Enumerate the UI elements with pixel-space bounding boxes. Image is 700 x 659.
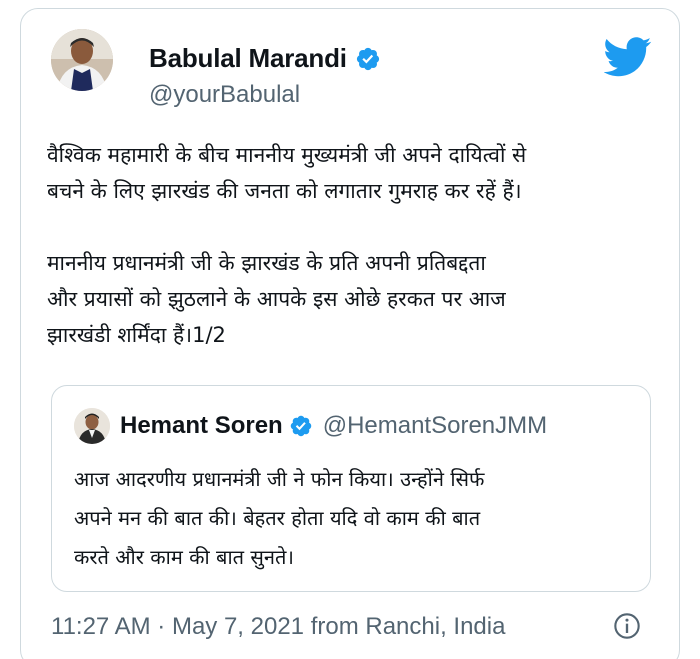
twitter-bird-icon [604, 37, 652, 77]
author-avatar-image [51, 29, 113, 91]
tweet-card[interactable]: Babulal Marandi @yourBabulal वैश्विक महा… [20, 8, 680, 659]
quoted-author-handle[interactable]: @HemantSorenJMM [323, 412, 547, 440]
verified-badge-icon [356, 47, 379, 70]
verified-badge-icon [290, 415, 311, 437]
quoted-tweet-body: आज आदरणीय प्रधानमंत्री जी ने फोन किया। उ… [74, 467, 485, 569]
quoted-author-avatar-image [74, 408, 110, 444]
author-avatar[interactable] [51, 29, 113, 91]
info-icon[interactable] [613, 612, 641, 640]
quoted-header: Hemant Soren @HemantSorenJMM [120, 412, 547, 440]
quoted-author-name[interactable]: Hemant Soren [120, 412, 283, 440]
tweet-timestamp[interactable]: 11:27 AM · May 7, 2021 from Ranchi, Indi… [51, 613, 505, 641]
tweet-body: वैश्विक महामारी के बीच माननीय मुख्यमंत्र… [47, 143, 527, 347]
author-name-row[interactable]: Babulal Marandi [149, 43, 381, 74]
quoted-author-avatar[interactable] [74, 408, 110, 444]
author-handle[interactable]: @yourBabulal [149, 81, 300, 109]
author-name[interactable]: Babulal Marandi [149, 43, 347, 74]
quoted-tweet[interactable]: Hemant Soren @HemantSorenJMM आज आदरणीय प… [51, 385, 651, 592]
